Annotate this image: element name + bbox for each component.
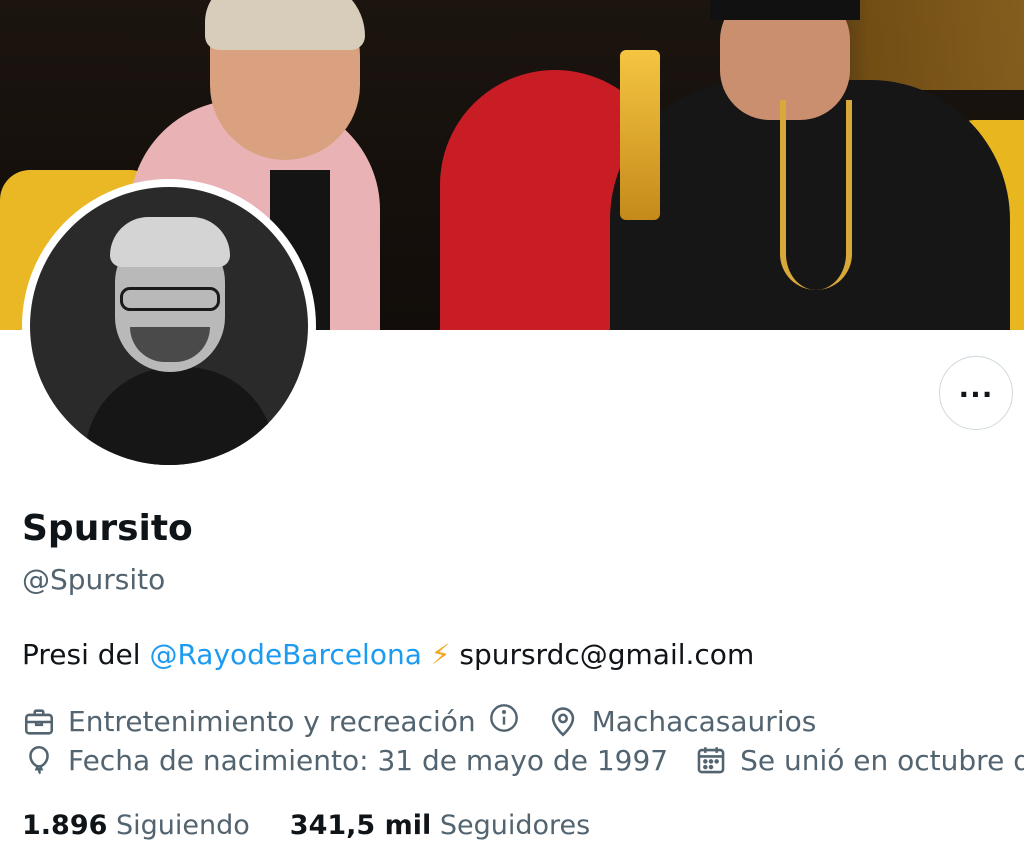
meta-joined: Se unió en octubre de xyxy=(694,743,1024,777)
bio-mention-link[interactable]: @RayodeBarcelona xyxy=(149,638,421,671)
banner-person-right xyxy=(610,0,1010,330)
meta-joined-label: Se unió en octubre de xyxy=(740,743,1024,777)
profile-stats: 1.896 Siguiendo 341,5 mil Seguidores xyxy=(22,810,630,841)
info-icon xyxy=(489,704,518,732)
followers-link[interactable]: 341,5 mil Seguidores xyxy=(290,810,590,841)
display-name: Spursito xyxy=(22,508,193,549)
profile-meta-row-1: Entretenimiento y recreación Machacasaur… xyxy=(22,702,842,741)
following-count: 1.896 xyxy=(22,810,108,841)
meta-birthdate-label: Fecha de nacimiento: 31 de mayo de 1997 xyxy=(68,743,669,777)
followers-label: Seguidores xyxy=(439,810,591,841)
meta-category: Entretenimiento y recreación xyxy=(22,702,520,741)
meta-location: Machacasaurios xyxy=(546,705,817,739)
following-link[interactable]: 1.896 Siguiendo xyxy=(22,810,250,841)
profile-meta-row-2: Fecha de nacimiento: 31 de mayo de 1997 … xyxy=(22,743,1024,777)
more-horizontal-icon: ... xyxy=(958,371,994,404)
balloon-icon xyxy=(29,745,49,775)
bio-email: spursrdc@gmail.com xyxy=(450,638,755,671)
calendar-icon xyxy=(697,747,725,774)
more-options-button[interactable]: ... xyxy=(939,356,1013,430)
user-handle: @Spursito xyxy=(22,563,166,596)
profile-bio: Presi del @RayodeBarcelona ⚡ spursrdc@gm… xyxy=(22,638,754,671)
profile-avatar[interactable] xyxy=(22,179,316,473)
bio-prefix: Presi del xyxy=(22,638,150,671)
followers-count: 341,5 mil xyxy=(289,810,432,841)
meta-location-label: Machacasaurios xyxy=(591,705,817,738)
meta-birthdate: Fecha de nacimiento: 31 de mayo de 1997 xyxy=(22,743,668,777)
following-label: Siguiendo xyxy=(116,810,250,841)
briefcase-icon xyxy=(24,708,54,735)
bio-emoji: ⚡ xyxy=(430,638,451,671)
meta-category-label: Entretenimiento y recreación xyxy=(68,705,476,738)
banner-trophy xyxy=(620,50,660,220)
category-info-button[interactable] xyxy=(488,702,520,741)
map-pin-icon xyxy=(551,706,574,736)
avatar-image xyxy=(30,187,308,465)
